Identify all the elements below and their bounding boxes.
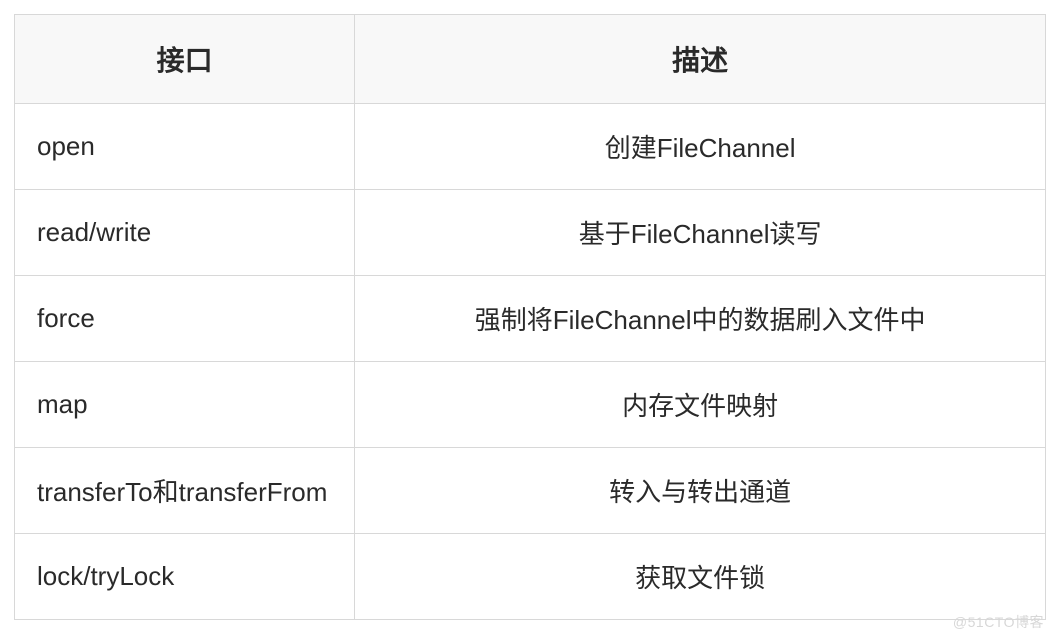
cell-description: 强制将FileChannel中的数据刷入文件中 xyxy=(355,276,1046,362)
table-row: force 强制将FileChannel中的数据刷入文件中 xyxy=(15,276,1046,362)
table-row: read/write 基于FileChannel读写 xyxy=(15,190,1046,276)
cell-description: 获取文件锁 xyxy=(355,534,1046,620)
cell-interface: transferTo和transferFrom xyxy=(15,448,355,534)
cell-description: 内存文件映射 xyxy=(355,362,1046,448)
cell-interface: open xyxy=(15,104,355,190)
cell-interface: map xyxy=(15,362,355,448)
header-interface: 接口 xyxy=(15,15,355,104)
table-row: open 创建FileChannel xyxy=(15,104,1046,190)
table-row: map 内存文件映射 xyxy=(15,362,1046,448)
cell-interface: read/write xyxy=(15,190,355,276)
cell-description: 基于FileChannel读写 xyxy=(355,190,1046,276)
table-row: lock/tryLock 获取文件锁 xyxy=(15,534,1046,620)
table-row: transferTo和transferFrom 转入与转出通道 xyxy=(15,448,1046,534)
filechannel-api-table: 接口 描述 open 创建FileChannel read/write 基于Fi… xyxy=(14,14,1046,620)
header-description: 描述 xyxy=(355,15,1046,104)
watermark-text: @51CTO博客 xyxy=(953,612,1044,632)
cell-description: 转入与转出通道 xyxy=(355,448,1046,534)
table-header-row: 接口 描述 xyxy=(15,15,1046,104)
cell-description: 创建FileChannel xyxy=(355,104,1046,190)
cell-interface: force xyxy=(15,276,355,362)
cell-interface: lock/tryLock xyxy=(15,534,355,620)
